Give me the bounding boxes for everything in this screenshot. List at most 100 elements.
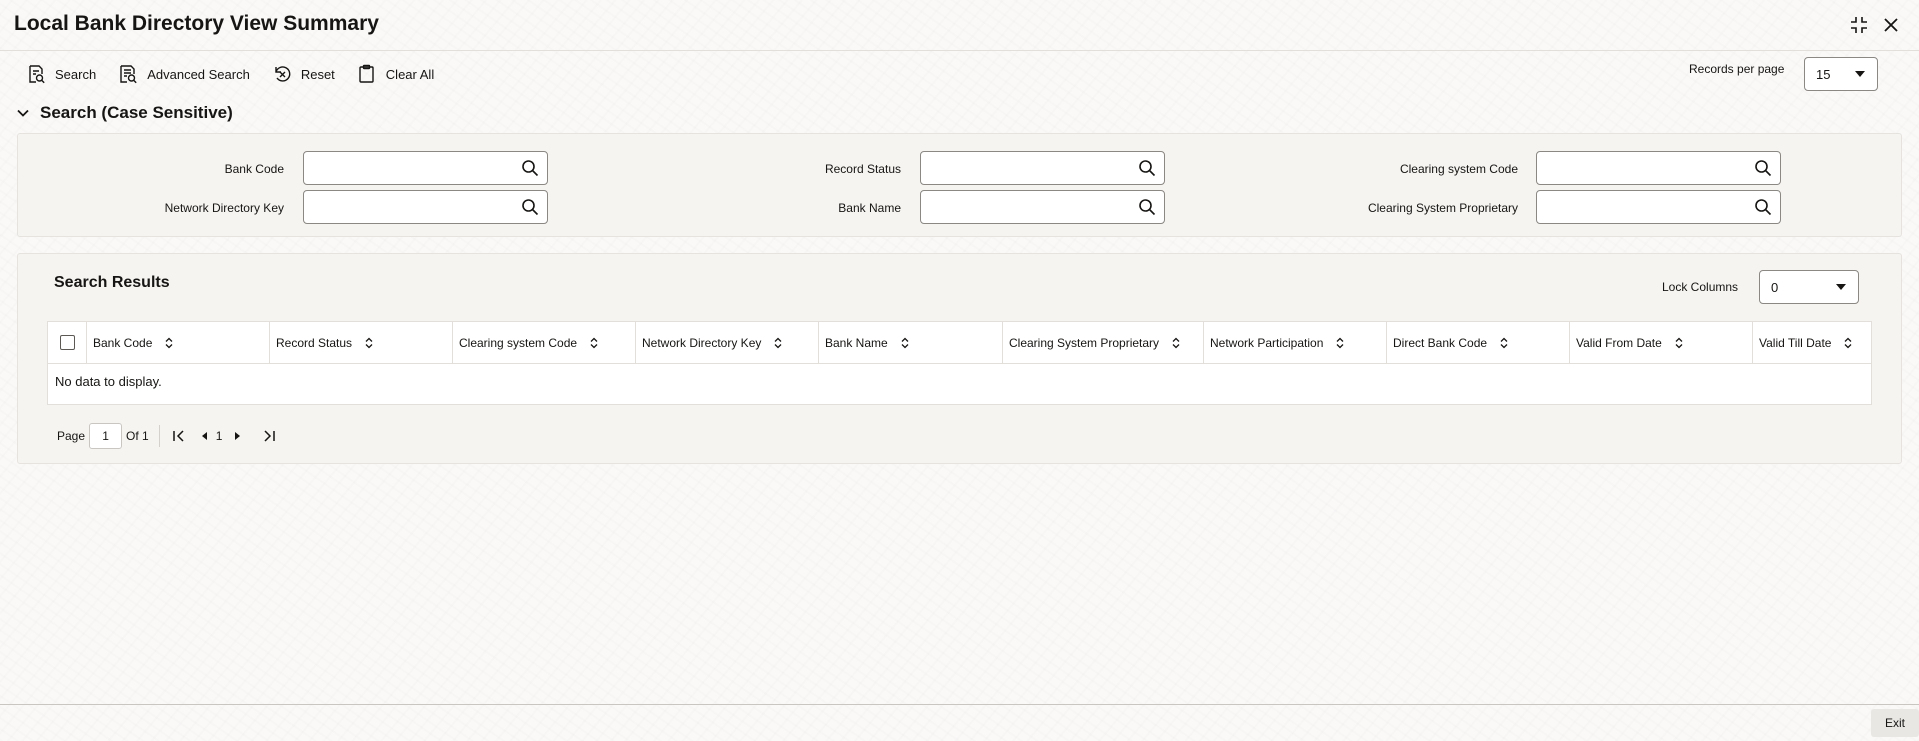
column-header-valid-till-date[interactable]: Valid Till Date [1753, 322, 1871, 364]
column-header-bank-name[interactable]: Bank Name [819, 322, 1003, 364]
advanced-search-icon [120, 65, 137, 84]
lock-columns-label: Lock Columns [1662, 280, 1739, 294]
column-header-label: Bank Code [93, 336, 153, 350]
first-page-button[interactable] [170, 427, 188, 445]
search-icon[interactable] [521, 198, 539, 216]
column-header-label: Clearing System Proprietary [1009, 336, 1160, 350]
clear-all-button-label: Clear All [385, 66, 435, 82]
page-title: Local Bank Directory View Summary [14, 12, 379, 35]
sort-icon[interactable] [1171, 337, 1181, 349]
search-button-label: Search [55, 66, 97, 82]
search-icon[interactable] [521, 159, 539, 177]
next-page-icon [235, 432, 241, 440]
sort-icon[interactable] [164, 337, 174, 349]
sort-icon[interactable] [773, 337, 783, 349]
chevron-down-icon [1855, 71, 1865, 77]
search-results-title: Search Results [54, 274, 170, 291]
exit-button-label: Exit [1884, 716, 1905, 730]
reset-button[interactable]: Reset [272, 64, 335, 84]
clear-all-button[interactable]: Clear All [357, 64, 434, 84]
column-header-label: Record Status [276, 336, 353, 350]
chevron-down-icon [17, 109, 29, 117]
sort-icon[interactable] [900, 337, 910, 349]
network-directory-key-field[interactable] [303, 190, 548, 224]
lock-columns-select[interactable]: 0 [1759, 270, 1859, 304]
search-button[interactable]: Search [26, 64, 96, 84]
pager-divider [158, 425, 160, 447]
current-page-number[interactable]: 1 [216, 429, 223, 443]
title-bar: Local Bank Directory View Summary [0, 0, 1919, 51]
search-icon[interactable] [1138, 198, 1156, 216]
column-header-network-participation[interactable]: Network Participation [1204, 322, 1387, 364]
clipboard-icon [359, 64, 374, 83]
record-status-label: Record Status [824, 162, 901, 176]
network-directory-key-label: Network Directory Key [164, 201, 284, 215]
records-per-page-select[interactable]: 15 [1804, 57, 1878, 91]
select-all-checkbox[interactable] [60, 335, 75, 350]
reset-icon [275, 66, 291, 82]
page-count-label: Of 1 [126, 429, 149, 443]
search-panel: Bank Code Network Directory Key Record S… [17, 133, 1902, 237]
bank-name-label: Bank Name [838, 201, 901, 215]
sort-icon[interactable] [1335, 337, 1345, 349]
bank-code-field[interactable] [303, 151, 548, 185]
previous-page-button[interactable] [196, 427, 214, 445]
search-icon[interactable] [1138, 159, 1156, 177]
column-header-valid-from-date[interactable]: Valid From Date [1570, 322, 1753, 364]
chevron-down-icon [1836, 284, 1846, 290]
sort-icon[interactable] [1499, 337, 1509, 349]
sort-icon[interactable] [1674, 337, 1684, 349]
footer: Exit [0, 704, 1919, 741]
clearing-system-proprietary-field[interactable] [1536, 190, 1781, 224]
previous-page-icon [201, 432, 207, 440]
last-page-icon [264, 430, 276, 442]
clearing-system-code-field[interactable] [1536, 151, 1781, 185]
column-header-label: Valid Till Date [1759, 336, 1832, 350]
column-header-direct-bank-code[interactable]: Direct Bank Code [1387, 322, 1570, 364]
pagination: Page 1 Of 1 1 [57, 422, 286, 450]
clearing-system-proprietary-label: Clearing System Proprietary [1367, 201, 1518, 215]
last-page-button[interactable] [260, 427, 278, 445]
records-per-page-label: Records per page [1689, 62, 1785, 76]
page-number-value: 1 [102, 429, 109, 443]
next-page-button[interactable] [228, 427, 246, 445]
sort-icon[interactable] [364, 337, 374, 349]
advanced-search-button-label: Advanced Search [147, 66, 250, 82]
column-header-label: Valid From Date [1576, 336, 1662, 350]
column-header-clearing-system-code[interactable]: Clearing system Code [453, 322, 636, 364]
record-status-field[interactable] [920, 151, 1165, 185]
search-icon[interactable] [1754, 198, 1772, 216]
close-icon[interactable] [1880, 14, 1902, 36]
empty-table-message: No data to display. [55, 374, 162, 389]
column-header-label: Network Participation [1210, 336, 1324, 350]
column-header-label: Bank Name [825, 336, 888, 350]
minimize-icon[interactable] [1848, 14, 1870, 36]
results-table: Bank Code Record Status Clearing system … [47, 321, 1872, 405]
column-header-label: Clearing system Code [459, 336, 578, 350]
clearing-system-code-label: Clearing system Code [1399, 162, 1518, 176]
bank-code-label: Bank Code [224, 162, 284, 176]
search-document-icon [29, 65, 45, 84]
page-number-input[interactable]: 1 [89, 423, 123, 449]
records-per-page-value: 15 [1816, 66, 1831, 82]
advanced-search-button[interactable]: Advanced Search [118, 64, 250, 84]
sort-icon[interactable] [1843, 337, 1853, 349]
column-header-label: Network Directory Key [642, 336, 762, 350]
exit-button[interactable]: Exit [1871, 709, 1919, 737]
column-header-record-status[interactable]: Record Status [270, 322, 453, 364]
column-header-network-directory-key[interactable]: Network Directory Key [636, 322, 819, 364]
bank-name-field[interactable] [920, 190, 1165, 224]
column-header-bank-code[interactable]: Bank Code [87, 322, 270, 364]
lock-columns-value: 0 [1771, 279, 1779, 295]
toolbar: Search Advanced Search Reset Clear All [26, 62, 456, 86]
search-section-title: Search (Case Sensitive) [40, 103, 233, 122]
column-header-clearing-system-proprietary[interactable]: Clearing System Proprietary [1003, 322, 1204, 364]
table-header: Bank Code Record Status Clearing system … [48, 322, 1871, 364]
search-icon[interactable] [1754, 159, 1772, 177]
first-page-icon [172, 430, 184, 442]
select-all-column [48, 322, 87, 364]
search-section-toggle[interactable]: Search (Case Sensitive) [16, 103, 233, 123]
page-label: Page [57, 429, 86, 443]
reset-button-label: Reset [300, 66, 335, 82]
sort-icon[interactable] [589, 337, 599, 349]
